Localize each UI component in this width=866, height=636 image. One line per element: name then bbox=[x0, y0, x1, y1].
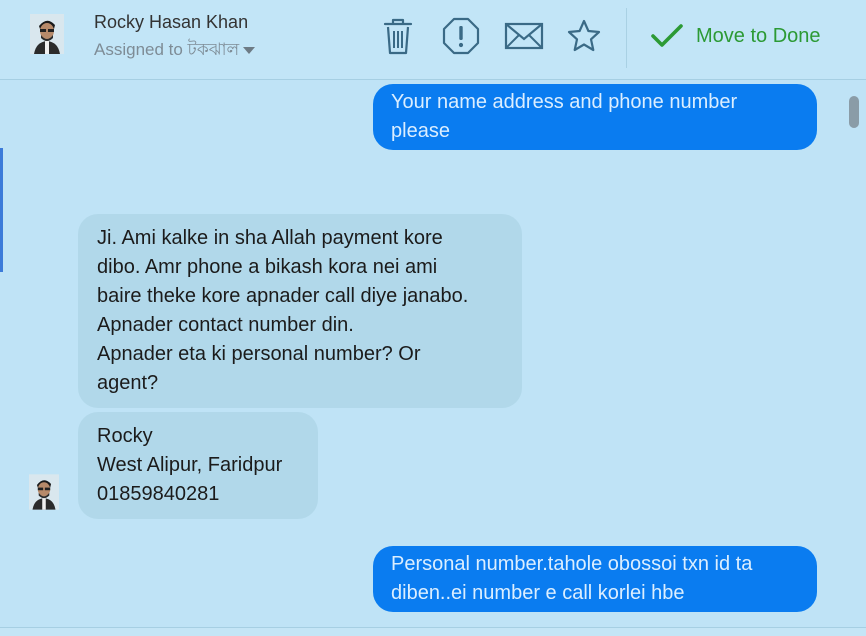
star-button[interactable] bbox=[564, 16, 604, 56]
contact-avatar[interactable] bbox=[30, 14, 64, 54]
scrollbar-thumb[interactable] bbox=[849, 96, 859, 128]
delete-button[interactable] bbox=[378, 16, 418, 56]
incoming-message[interactable]: Rocky West Alipur, Faridpur 01859840281 bbox=[78, 412, 318, 519]
envelope-icon bbox=[504, 22, 544, 50]
checkmark-icon bbox=[651, 24, 683, 47]
assignee-label: Assigned to টকঝাল bbox=[94, 40, 240, 59]
message-thread[interactable]: Your name address and phone number pleas… bbox=[0, 81, 866, 627]
outgoing-message[interactable]: Personal number.tahole obossoi txn id ta… bbox=[373, 546, 817, 612]
alert-circle-icon bbox=[442, 17, 480, 55]
message-text: Your name address and phone number pleas… bbox=[391, 91, 738, 142]
message-text: Rocky West Alipur, Faridpur 01859840281 bbox=[97, 425, 283, 505]
sender-avatar bbox=[29, 473, 59, 511]
report-button[interactable] bbox=[441, 16, 481, 56]
move-to-done-label: Move to Done bbox=[696, 24, 821, 47]
assignee-dropdown[interactable]: Assigned to টকঝাল bbox=[94, 37, 256, 65]
message-text: Ji. Ami kalke in sha Allah payment kore … bbox=[97, 227, 469, 394]
caret-down-icon bbox=[243, 47, 256, 55]
move-to-done-button[interactable]: Move to Done bbox=[650, 18, 821, 54]
star-icon bbox=[567, 19, 601, 52]
conversation-header: Rocky Hasan Khan Assigned to টকঝাল Move … bbox=[0, 0, 866, 80]
header-divider bbox=[626, 8, 627, 68]
trash-icon bbox=[383, 18, 413, 55]
message-text: Personal number.tahole obossoi txn id ta… bbox=[391, 553, 753, 604]
mark-unread-button[interactable] bbox=[504, 16, 544, 56]
incoming-message[interactable]: Ji. Ami kalke in sha Allah payment kore … bbox=[78, 214, 522, 408]
outgoing-message[interactable]: Your name address and phone number pleas… bbox=[373, 84, 817, 150]
contact-name[interactable]: Rocky Hasan Khan bbox=[94, 12, 248, 33]
